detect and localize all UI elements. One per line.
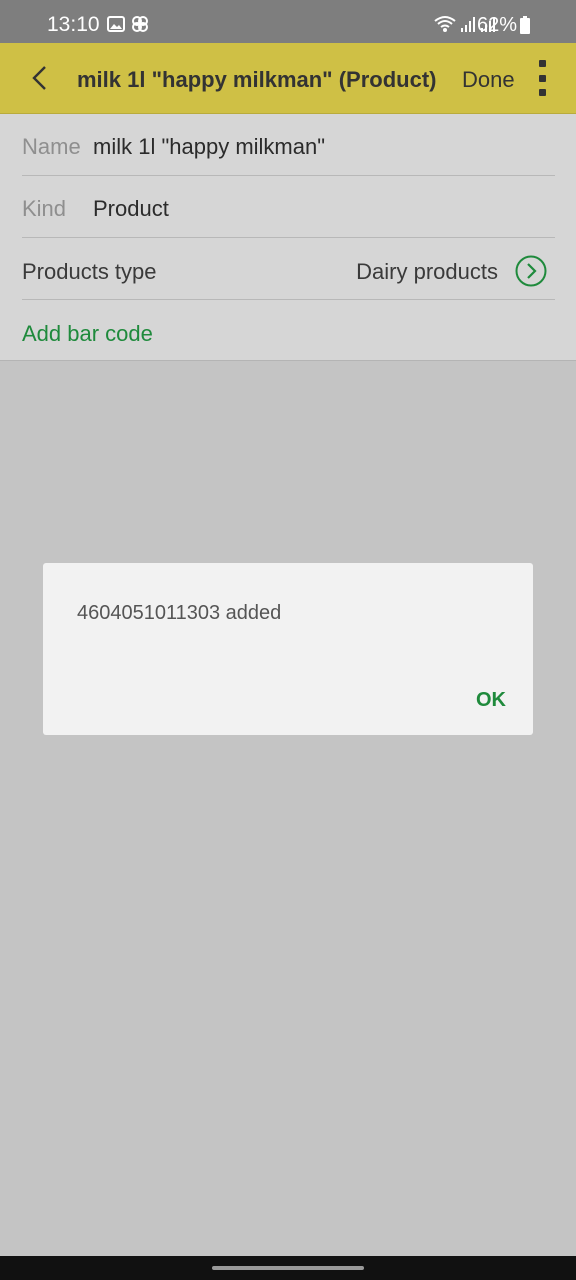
name-label: Name: [22, 134, 81, 159]
kind-row[interactable]: Kind Product: [22, 176, 555, 238]
page-title: milk 1l "happy milkman" (Product): [77, 67, 437, 92]
kind-label: Kind: [22, 196, 67, 221]
products-type-label: Products type: [22, 259, 157, 284]
add-barcode-link[interactable]: Add bar code: [22, 321, 153, 347]
battery-percentage: 62%: [477, 14, 518, 36]
more-vert-icon: [538, 60, 546, 67]
done-button[interactable]: Done: [462, 67, 515, 93]
wifi-icon: [434, 16, 456, 32]
back-button[interactable]: [22, 59, 56, 97]
gallery-icon: [107, 16, 125, 32]
name-row[interactable]: Name milk 1l "happy milkman": [22, 114, 555, 176]
status-notification-icons: [107, 14, 149, 34]
barcode-added-dialog: 4604051011303 added OK: [43, 563, 533, 735]
chevron-right-circle-icon[interactable]: [515, 255, 547, 287]
ok-button[interactable]: OK: [476, 689, 506, 712]
dialog-message: 4604051011303 added: [77, 602, 282, 624]
pinwheel-icon: [132, 16, 148, 32]
status-time: 13:10: [47, 13, 100, 36]
battery-icon: [520, 16, 530, 34]
name-value[interactable]: milk 1l "happy milkman": [93, 134, 325, 160]
kind-value[interactable]: Product: [93, 196, 169, 222]
back-arrow-icon: [32, 66, 46, 90]
products-type-row[interactable]: Products type Dairy products: [22, 238, 555, 300]
add-barcode-row[interactable]: Add bar code: [22, 300, 555, 361]
status-bar: 13:10 62%: [0, 0, 576, 43]
products-type-value[interactable]: Dairy products: [356, 259, 498, 285]
app-bar: milk 1l "happy milkman" (Product) Done: [0, 43, 576, 114]
home-gesture-handle[interactable]: [212, 1266, 364, 1270]
navigation-bar: [0, 1256, 576, 1280]
more-options-button[interactable]: [532, 60, 552, 96]
signal-icon: [461, 17, 475, 32]
product-form: Name milk 1l "happy milkman" Kind Produc…: [0, 114, 576, 361]
